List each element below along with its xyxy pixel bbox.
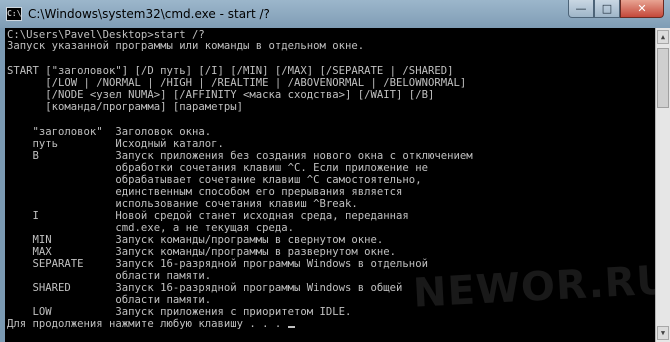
title-bar[interactable]: C:\ C:\Windows\system32\cmd.exe - start … xyxy=(0,0,670,28)
console-line: области памяти. xyxy=(7,294,212,306)
cmd-app-icon[interactable]: C:\ xyxy=(6,7,22,21)
text-cursor xyxy=(287,326,295,328)
console-line: SHARED Запуск 16-разрядной программы Win… xyxy=(7,282,403,294)
console-line: LOW Запуск приложения с приоритетом IDLE… xyxy=(7,306,352,318)
watermark-logo: NEWOR.RU xyxy=(411,257,655,317)
console-prompt-line: Для продолжения нажмите любую клавишу . … xyxy=(7,319,295,330)
console-line: I Новой средой станет исходная среда, пе… xyxy=(7,210,409,222)
console-line: обрабатывает сочетание клавиш ^C самосто… xyxy=(7,174,422,186)
console-line: [команда/программа] [параметры] xyxy=(7,101,243,113)
console-line: SEPARATE Запуск 16-разрядной программы W… xyxy=(7,258,428,270)
console-line: "заголовок" Заголовок окна. xyxy=(7,126,212,138)
close-button[interactable]: ✕ xyxy=(620,0,664,18)
window-title: C:\Windows\system32\cmd.exe - start /? xyxy=(28,7,270,21)
console-line: cmd.exe, а не текущая среда. xyxy=(7,222,295,234)
maximize-button[interactable]: □ xyxy=(594,0,620,18)
console-line: области памяти. xyxy=(7,270,212,282)
console-output[interactable]: C:\Users\Pavel\Desktop>start /? Запуск у… xyxy=(5,28,655,342)
scroll-up-arrow-icon[interactable]: ▲ xyxy=(657,30,669,44)
press-any-key-text: Для продолжения нажмите любую клавишу . … xyxy=(7,318,282,330)
console-line: Запуск указанной программы или команды в… xyxy=(7,40,365,52)
window-controls: — □ ✕ xyxy=(568,0,664,20)
minimize-button[interactable]: — xyxy=(568,0,594,18)
console-line: единственным способом его прерывания явл… xyxy=(7,186,403,198)
scrollbar-thumb[interactable] xyxy=(657,48,669,108)
console-line: MAX Запуск команды/программы в развернут… xyxy=(7,246,397,258)
console-line: использование сочетания клавиш ^Break. xyxy=(7,198,358,210)
console-line: B Запуск приложения без создания нового … xyxy=(7,150,473,162)
console-line: MIN Запуск команды/программы в свернутом… xyxy=(7,234,384,246)
scroll-down-arrow-icon[interactable]: ▼ xyxy=(657,326,669,340)
vertical-scrollbar[interactable]: ▲ ▼ xyxy=(655,28,670,342)
console-line: START ["заголовок"] [/D путь] [/I] [/MIN… xyxy=(7,65,454,77)
console-line: обработки сочетания клавиш ^C. Если прил… xyxy=(7,162,428,174)
cmd-window: C:\ C:\Windows\system32\cmd.exe - start … xyxy=(0,0,670,342)
console-line: [/NODE <узел NUMA>] [/AFFINITY <маска сх… xyxy=(7,89,435,101)
console-line: путь Исходный каталог. xyxy=(7,138,224,150)
console-line: [/LOW | /NORMAL | /HIGH | /REALTIME | /A… xyxy=(7,77,467,89)
